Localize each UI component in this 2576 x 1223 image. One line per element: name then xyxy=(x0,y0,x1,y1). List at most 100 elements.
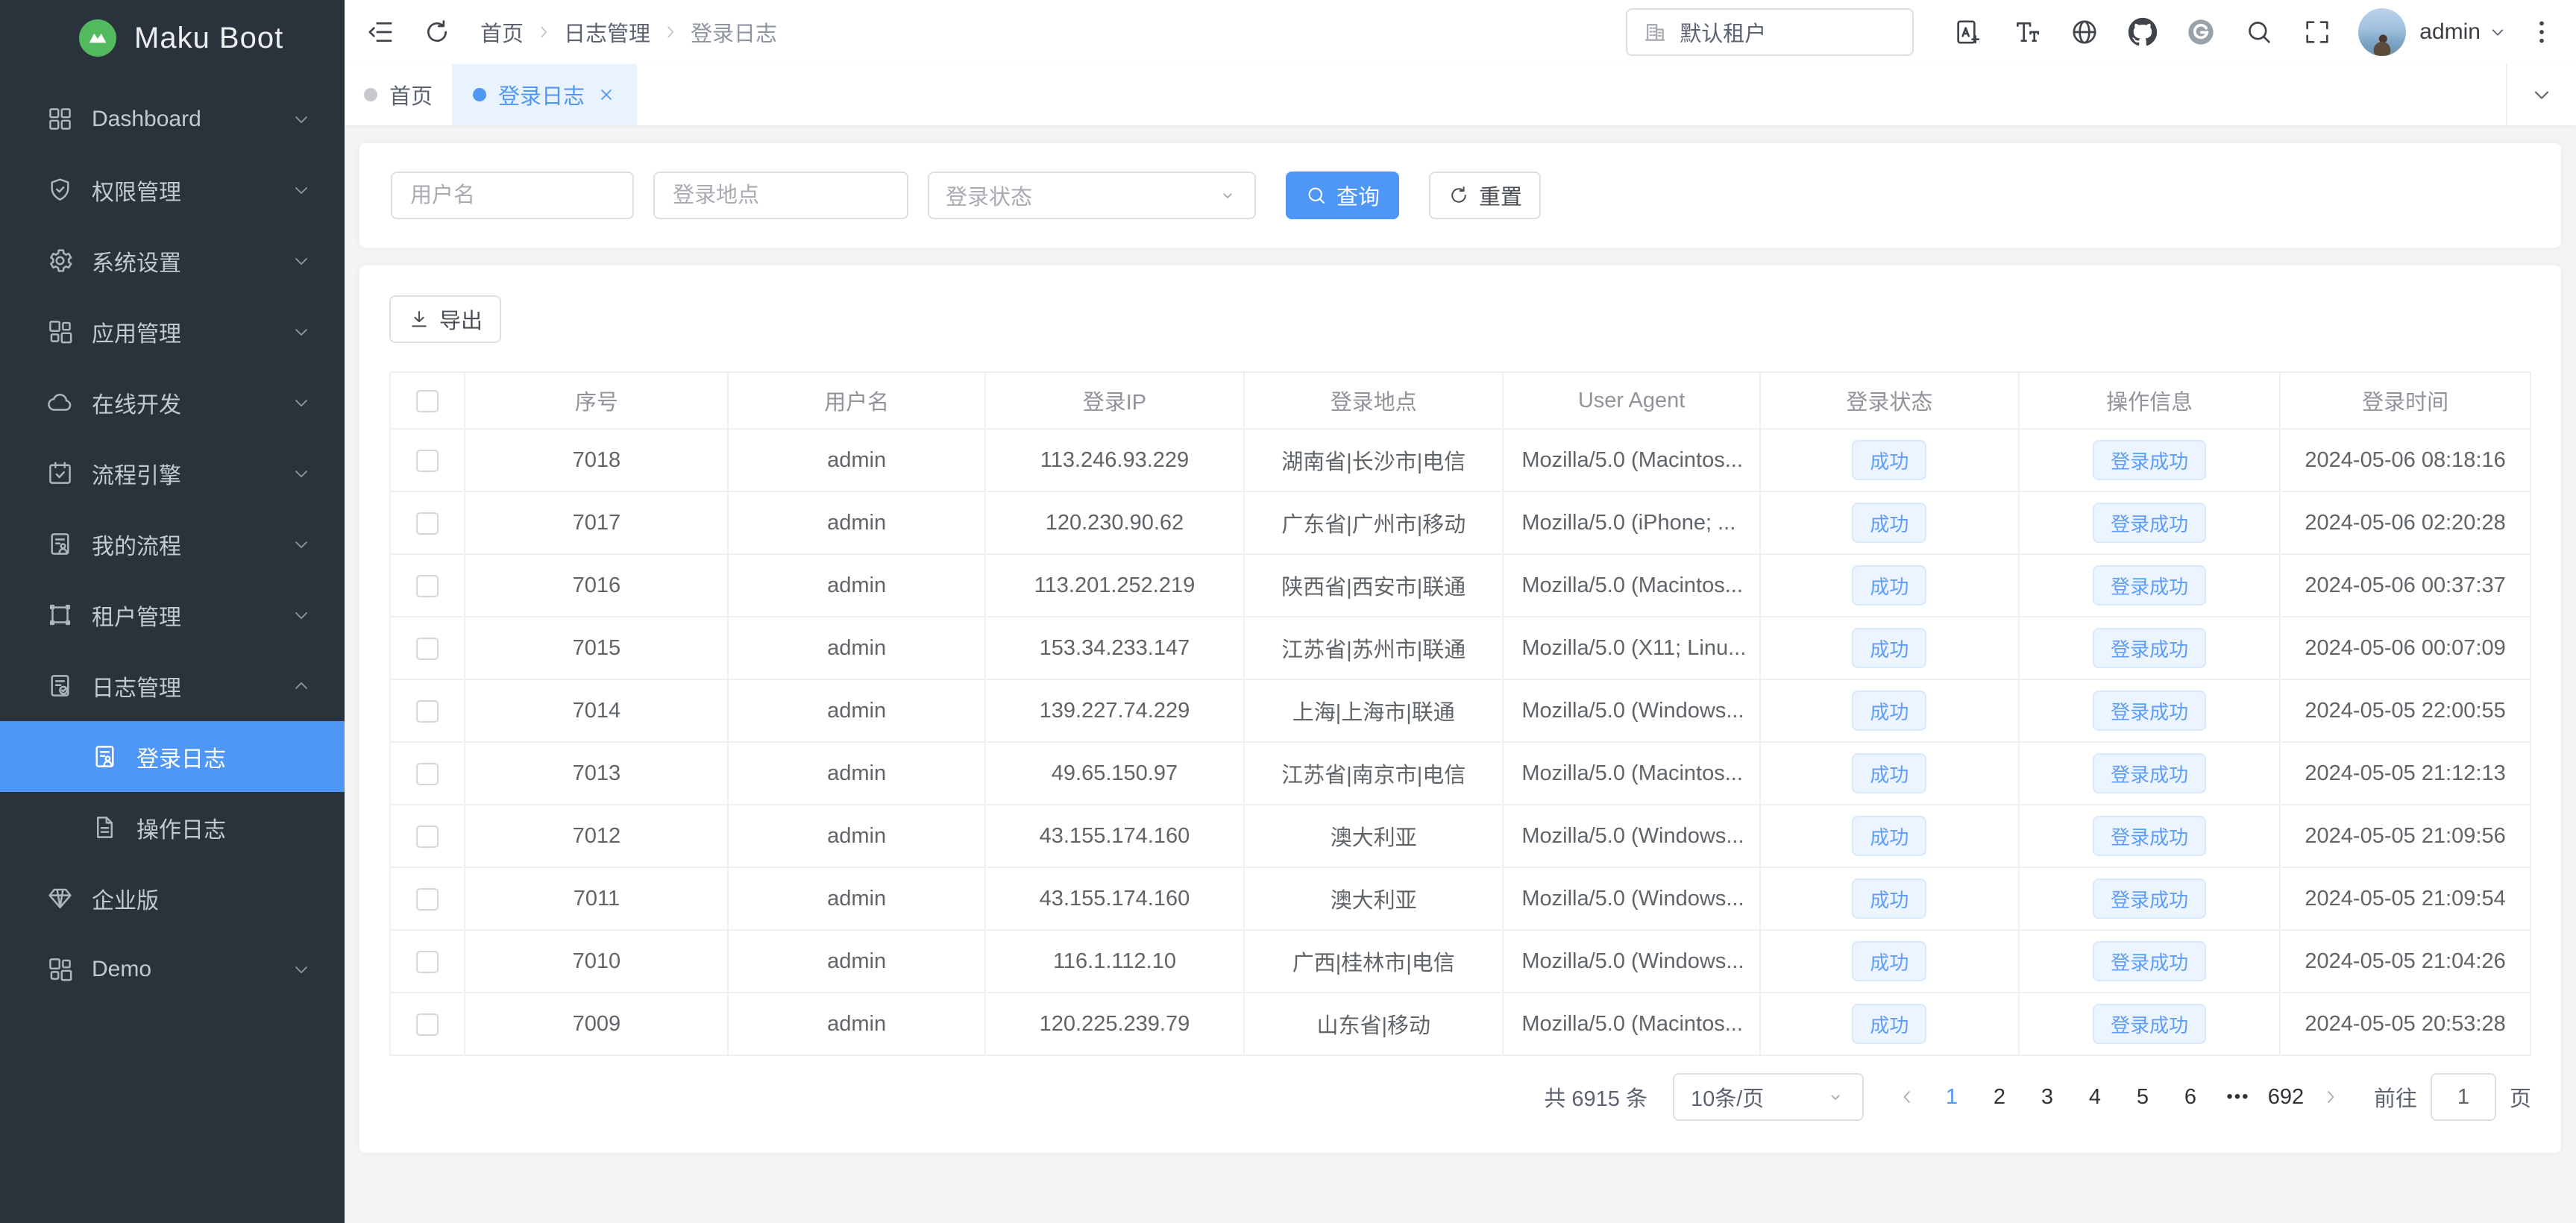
sidebar-item-Demo[interactable]: Demo xyxy=(0,934,345,1005)
row-checkbox[interactable] xyxy=(416,826,439,848)
sidebar-item-label: Demo xyxy=(92,957,291,982)
sidebar-item-Dashboard[interactable]: Dashboard xyxy=(0,84,345,154)
cell-login-time: 2024-05-06 02:20:28 xyxy=(2280,491,2531,554)
chevron-down-icon xyxy=(291,180,312,201)
cell-user-agent: Mozilla/5.0 (Macintos... xyxy=(1503,429,1759,491)
table-card: 导出 序号用户名登录IP登录地点User Agent登录状态操作信息登录时间 7… xyxy=(359,265,2561,1153)
table-row: 7014admin139.227.74.229上海|上海市|联通Mozilla/… xyxy=(390,679,2531,742)
page-number[interactable]: 692 xyxy=(2262,1073,2310,1121)
sidebar-item-流程引擎[interactable]: 流程引擎 xyxy=(0,438,345,509)
cell-user-agent: Mozilla/5.0 (Macintos... xyxy=(1503,742,1759,805)
page-number[interactable]: 1 xyxy=(1928,1073,1976,1121)
row-checkbox[interactable] xyxy=(416,450,439,472)
sidebar-item-租户管理[interactable]: 租户管理 xyxy=(0,579,345,650)
cell-ip: 43.155.174.160 xyxy=(985,805,1244,867)
row-checkbox[interactable] xyxy=(416,951,439,973)
row-checkbox[interactable] xyxy=(416,700,439,723)
grid-alt-icon xyxy=(46,318,74,345)
tabbar-dropdown-icon[interactable] xyxy=(2506,64,2576,125)
sidebar-item-企业版[interactable]: 企业版 xyxy=(0,863,345,934)
login-log-table: 序号用户名登录IP登录地点User Agent登录状态操作信息登录时间 7018… xyxy=(389,371,2531,1056)
prev-page-icon[interactable] xyxy=(1886,1073,1928,1121)
reset-button[interactable]: 重置 xyxy=(1429,172,1541,219)
doc-user-icon xyxy=(91,743,119,770)
page-number[interactable]: 5 xyxy=(2119,1073,2167,1121)
sidebar-item-登录日志[interactable]: 登录日志 xyxy=(0,721,345,792)
sidebar-item-我的流程[interactable]: 我的流程 xyxy=(0,509,345,579)
next-page-icon[interactable] xyxy=(2310,1073,2352,1121)
user-menu[interactable]: admin xyxy=(2358,8,2507,56)
cell-login-time: 2024-05-05 21:09:56 xyxy=(2280,805,2531,867)
language-icon[interactable] xyxy=(1953,17,1983,47)
cell-id: 7009 xyxy=(465,993,728,1055)
fullscreen-icon[interactable] xyxy=(2302,17,2332,47)
sidebar-item-日志管理[interactable]: 日志管理 xyxy=(0,650,345,721)
chevron-down-icon xyxy=(2488,22,2507,42)
page-number[interactable]: 4 xyxy=(2071,1073,2119,1121)
row-checkbox[interactable] xyxy=(416,638,439,660)
export-button[interactable]: 导出 xyxy=(389,295,501,343)
tenant-select[interactable]: 默认租户 xyxy=(1626,8,1914,56)
tab-首页[interactable]: 首页 xyxy=(345,64,453,125)
row-checkbox[interactable] xyxy=(416,512,439,535)
refresh-icon[interactable] xyxy=(422,17,452,47)
caret-down-icon xyxy=(1217,185,1238,206)
tab-登录日志[interactable]: 登录日志 xyxy=(453,64,637,125)
search-icon[interactable] xyxy=(2244,17,2274,47)
cell-ip: 113.246.93.229 xyxy=(985,429,1244,491)
sidebar-item-在线开发[interactable]: 在线开发 xyxy=(0,367,345,438)
operation-info-badge: 登录成功 xyxy=(2093,440,2206,480)
cell-login-time: 2024-05-06 08:18:16 xyxy=(2280,429,2531,491)
login-status-select[interactable]: 登录状态 xyxy=(928,172,1256,219)
goto-page-input[interactable] xyxy=(2431,1073,2496,1121)
page-number[interactable]: 6 xyxy=(2167,1073,2214,1121)
sidebar-item-系统设置[interactable]: 系统设置 xyxy=(0,225,345,296)
location-input[interactable] xyxy=(653,172,908,219)
cell-username: admin xyxy=(728,930,984,993)
chevron-down-icon xyxy=(291,392,312,413)
collapse-sidebar-icon[interactable] xyxy=(365,17,395,47)
export-button-label: 导出 xyxy=(439,304,483,335)
cell-login-time: 2024-05-06 00:37:37 xyxy=(2280,554,2531,617)
globe-icon[interactable] xyxy=(2070,17,2099,47)
cell-ip: 49.65.150.97 xyxy=(985,742,1244,805)
close-icon[interactable] xyxy=(597,85,616,104)
sidebar-item-操作日志[interactable]: 操作日志 xyxy=(0,792,345,863)
sidebar: Maku Boot Dashboard权限管理系统设置应用管理在线开发流程引擎我… xyxy=(0,0,345,1223)
breadcrumb-item[interactable]: 日志管理 xyxy=(564,16,650,48)
font-size-icon[interactable] xyxy=(2011,17,2041,47)
logo[interactable]: Maku Boot xyxy=(0,0,345,76)
select-all-checkbox[interactable] xyxy=(416,390,439,412)
row-checkbox[interactable] xyxy=(416,888,439,911)
github-icon[interactable] xyxy=(2128,17,2158,47)
gitee-icon[interactable] xyxy=(2186,17,2216,47)
sidebar-item-应用管理[interactable]: 应用管理 xyxy=(0,296,345,367)
page-size-select[interactable]: 10条/页 xyxy=(1673,1073,1864,1121)
pager-more[interactable]: ••• xyxy=(2214,1073,2262,1121)
row-checkbox[interactable] xyxy=(416,1013,439,1036)
query-button[interactable]: 查询 xyxy=(1286,172,1399,219)
operation-info-badge: 登录成功 xyxy=(2093,628,2206,668)
cell-user-agent: Mozilla/5.0 (Windows... xyxy=(1503,930,1759,993)
calendar-check-icon xyxy=(46,459,74,487)
page-number[interactable]: 2 xyxy=(1976,1073,2023,1121)
table-row: 7009admin120.225.239.79山东省|移动Mozilla/5.0… xyxy=(390,993,2531,1055)
cell-user-agent: Mozilla/5.0 (X11; Linu... xyxy=(1503,617,1759,679)
sidebar-item-权限管理[interactable]: 权限管理 xyxy=(0,154,345,225)
breadcrumb-item[interactable]: 首页 xyxy=(480,16,524,48)
more-menu-icon[interactable] xyxy=(2527,17,2557,47)
status-badge: 成功 xyxy=(1852,691,1926,731)
row-checkbox[interactable] xyxy=(416,763,439,785)
doc-check-icon xyxy=(46,672,74,699)
cell-ip: 116.1.112.10 xyxy=(985,930,1244,993)
query-button-label: 查询 xyxy=(1336,180,1380,211)
cell-username: admin xyxy=(728,867,984,930)
row-checkbox[interactable] xyxy=(416,575,439,597)
cell-location: 澳大利亚 xyxy=(1244,867,1503,930)
cell-login-time: 2024-05-05 21:12:13 xyxy=(2280,742,2531,805)
table-row: 7017admin120.230.90.62广东省|广州市|移动Mozilla/… xyxy=(390,491,2531,554)
cell-id: 7012 xyxy=(465,805,728,867)
username-input[interactable] xyxy=(391,172,634,219)
page-number[interactable]: 3 xyxy=(2023,1073,2071,1121)
cell-ip: 120.230.90.62 xyxy=(985,491,1244,554)
